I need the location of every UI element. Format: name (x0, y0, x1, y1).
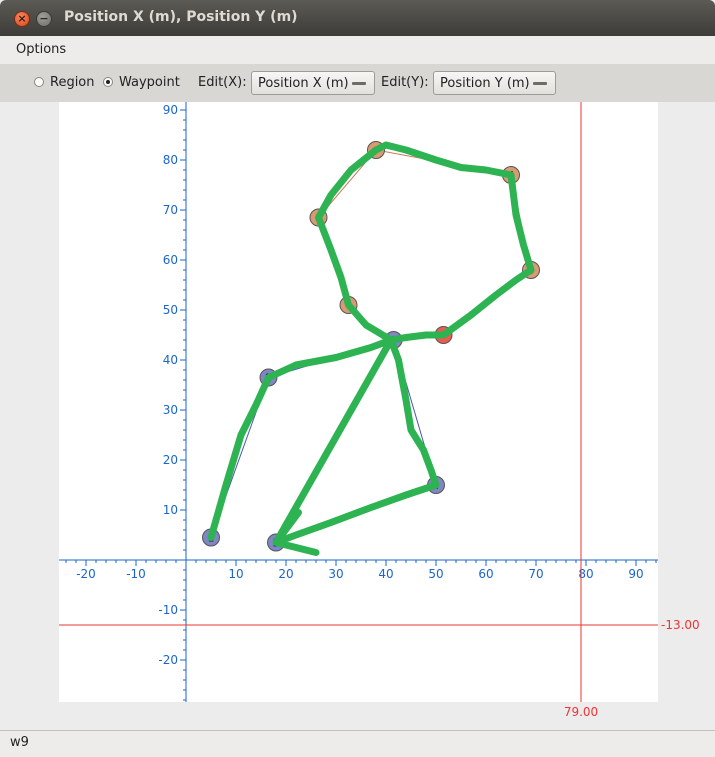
y-tick-label: 20 (163, 453, 178, 467)
plot-area[interactable]: -20 -10 10 20 30 40 50 60 70 80 90 -20 -10 10 20 30 40 50… (0, 102, 715, 730)
status-text: w9 (10, 735, 29, 750)
x-tick-label: -10 (126, 567, 146, 581)
region-radio[interactable] (34, 77, 44, 87)
y-tick-label: -10 (158, 603, 178, 617)
y-tick-label: 50 (163, 303, 178, 317)
x-tick-label: 30 (328, 567, 343, 581)
dropdown-arrow-icon (352, 82, 366, 85)
dropdown-arrow-icon (533, 82, 547, 85)
edit-x-select[interactable]: Position X (m) (251, 71, 375, 95)
crosshair-x-label: 79.00 (564, 705, 598, 719)
window-title: Position X (m), Position Y (m) (64, 9, 298, 25)
x-tick-label: 90 (628, 567, 643, 581)
edit-y-value: Position Y (m) (440, 76, 530, 91)
waypoint-plot[interactable]: -20 -10 10 20 30 40 50 60 70 80 90 -20 -10 10 20 30 40 50… (0, 102, 715, 730)
waypoint-label[interactable]: Waypoint (119, 75, 180, 90)
y-tick-label: 10 (163, 503, 178, 517)
y-tick-label: 90 (163, 103, 178, 117)
y-tick-label: 80 (163, 153, 178, 167)
edit-y-label: Edit(Y): (381, 75, 429, 90)
y-tick-label: 60 (163, 253, 178, 267)
y-tick-label: 70 (163, 203, 178, 217)
x-tick-label: 50 (428, 567, 443, 581)
menu-bar: Options (0, 36, 715, 65)
region-label[interactable]: Region (50, 75, 95, 90)
x-tick-label: 40 (378, 567, 393, 581)
x-tick-label: 20 (278, 567, 293, 581)
minimize-button[interactable]: − (36, 11, 52, 27)
x-tick-label: -20 (76, 567, 96, 581)
minimize-icon: − (39, 12, 49, 25)
toolbar: Region Waypoint Edit(X): Position X (m) … (0, 64, 715, 103)
close-icon: × (17, 12, 27, 25)
app-window: × − Position X (m), Position Y (m) Optio… (0, 0, 715, 757)
crosshair-y-label: -13.00 (661, 618, 700, 632)
x-tick-label: 10 (228, 567, 243, 581)
y-tick-label: -20 (158, 653, 178, 667)
x-tick-label: 70 (528, 567, 543, 581)
menu-options[interactable]: Options (16, 42, 66, 57)
title-bar[interactable]: × − Position X (m), Position Y (m) (0, 0, 715, 36)
edit-x-label: Edit(X): (198, 75, 247, 90)
edit-x-value: Position X (m) (258, 76, 349, 91)
waypoint-radio[interactable] (103, 77, 113, 87)
status-bar: w9 (0, 730, 715, 757)
close-button[interactable]: × (14, 11, 30, 27)
x-tick-label: 60 (478, 567, 493, 581)
y-tick-label: 30 (163, 403, 178, 417)
edit-y-select[interactable]: Position Y (m) (433, 71, 556, 95)
y-tick-label: 40 (163, 353, 178, 367)
